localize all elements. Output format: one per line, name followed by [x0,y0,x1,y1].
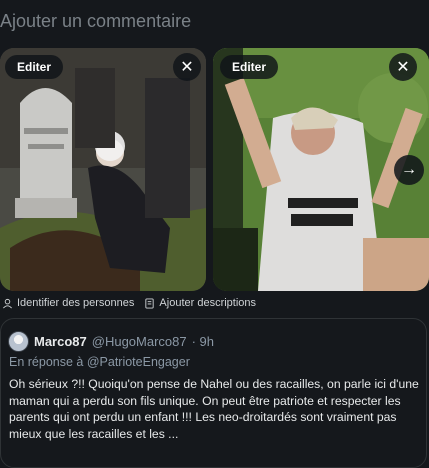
arrow-right-icon[interactable]: → [394,155,424,185]
reply-prefix: En réponse à [9,355,84,369]
quoted-post-text: Oh sérieux ?!! Quoiqu'on pense de Nahel … [9,377,419,442]
reply-to-handle[interactable]: @PatrioteEngager [87,355,190,369]
post-time: · 9h [191,334,215,349]
person-icon [3,298,12,308]
author-handle: @HugoMarco87 [91,334,187,349]
media-image-1 [0,48,206,291]
add-descriptions-button[interactable]: Ajouter descriptions [144,297,256,309]
quoted-post[interactable]: Marco87 @HugoMarco87 · 9h En réponse à @… [0,318,427,468]
tag-people-button[interactable]: Identifier des personnes [2,297,134,309]
reply-context: En réponse à @PatrioteEngager [9,355,190,369]
add-descriptions-label: Ajouter descriptions [159,297,257,309]
media-attachment-1[interactable]: Editer ✕ [0,48,206,291]
close-icon[interactable]: ✕ [173,53,201,81]
avatar [8,331,29,352]
media-tools: Identifier des personnes Ajouter descrip… [2,297,256,309]
comment-input[interactable]: Ajouter un commentaire [0,11,191,32]
quoted-post-header: Marco87 @HugoMarco87 · 9h [8,331,214,352]
edit-media-button-2[interactable]: Editer [220,55,279,79]
author-name: Marco87 [34,334,87,349]
edit-media-button-1[interactable]: Editer [5,55,64,79]
close-icon[interactable]: ✕ [389,53,417,81]
description-icon [145,297,155,309]
tag-people-label: Identifier des personnes [17,297,135,309]
